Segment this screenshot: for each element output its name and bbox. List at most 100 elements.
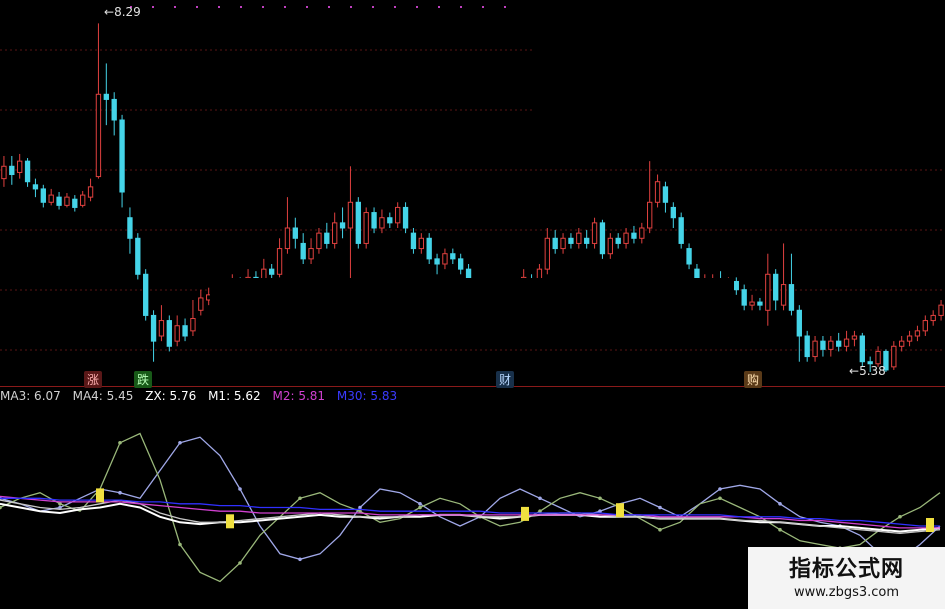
candle-body <box>24 160 31 183</box>
candle-body <box>292 227 298 239</box>
candle-body <box>111 98 117 121</box>
candle-body <box>576 232 582 244</box>
top-dot <box>372 6 374 8</box>
top-right-black-block <box>534 0 945 140</box>
candle-body <box>765 273 771 311</box>
candle-body <box>851 335 858 340</box>
indicator-point <box>178 440 182 445</box>
top-dot <box>350 6 352 8</box>
candle-body <box>662 186 669 203</box>
arrow-left-icon: ← <box>849 364 860 378</box>
candle-body <box>686 248 692 265</box>
indicator-point <box>238 487 242 491</box>
candle-body <box>607 237 613 255</box>
arrow-left-icon: ← <box>104 5 115 19</box>
watermark: 指标公式网 www.zbgs3.com <box>748 547 945 609</box>
indicator-point <box>718 487 722 491</box>
candle-body <box>143 273 149 316</box>
candle-body <box>843 338 850 347</box>
top-dot <box>174 6 176 8</box>
indicator-point <box>298 557 302 562</box>
candle-body <box>560 237 566 250</box>
indicator-point <box>178 542 182 547</box>
candle-body <box>300 242 306 260</box>
candle-body <box>426 237 432 260</box>
signal-marker <box>96 488 104 503</box>
candle-body <box>324 232 330 244</box>
candle-body <box>316 232 322 250</box>
candle-body <box>859 335 865 363</box>
candle-body <box>938 304 944 316</box>
candle-body <box>72 198 78 208</box>
watermark-url: www.zbgs3.com <box>793 585 900 600</box>
candle-body <box>127 217 133 239</box>
top-dot <box>394 6 396 8</box>
candle-body <box>166 320 172 347</box>
candle-body <box>56 196 62 206</box>
indicator-legend: MA3: 6.07 MA4: 5.45 ZX: 5.76 M1: 5.62 M2… <box>0 389 405 405</box>
top-dot <box>152 6 154 8</box>
indicator-line-zx <box>0 502 941 533</box>
candle-body <box>654 181 661 203</box>
candle-body <box>40 188 46 203</box>
legend-zx: ZX: 5.76 <box>145 389 197 403</box>
top-dot <box>482 6 484 8</box>
candle-body <box>48 194 54 203</box>
indicator-point <box>538 496 542 501</box>
candle-body <box>95 93 102 178</box>
top-dot <box>416 6 418 8</box>
indicator-point <box>718 496 722 501</box>
candle-body <box>458 258 464 270</box>
indicator-point <box>118 440 122 445</box>
indicator-point <box>778 502 782 506</box>
candle-body <box>363 212 369 244</box>
indicator-point <box>418 505 422 510</box>
candle-body <box>584 237 590 244</box>
candle-body <box>631 232 637 239</box>
candle-body <box>395 206 401 224</box>
candle-body <box>150 314 157 342</box>
candle-body <box>387 217 393 224</box>
marker-zhang: 涨 <box>84 371 103 388</box>
price-high-value: 8.29 <box>114 5 141 19</box>
stock-chart <box>0 0 945 583</box>
candle-body <box>647 201 653 229</box>
candle-body <box>615 237 621 244</box>
candle-body <box>836 340 842 347</box>
indicator-point <box>118 490 122 495</box>
candle-body <box>906 335 913 342</box>
marker-gou: 购 <box>744 371 763 388</box>
candle-body <box>623 232 629 244</box>
candle-body <box>812 340 818 358</box>
signal-marker <box>616 503 624 518</box>
candle-body <box>914 330 921 337</box>
signal-marker <box>926 518 934 532</box>
candle-body <box>158 320 165 337</box>
candle-body <box>828 340 834 350</box>
top-dot <box>438 6 440 8</box>
marker-die: 跌 <box>134 371 153 388</box>
candle-body <box>591 222 598 244</box>
candle-body <box>379 217 385 229</box>
candle-body <box>796 309 802 337</box>
signal-marker <box>226 514 234 529</box>
candle-body <box>749 301 755 306</box>
candle-body <box>804 335 810 358</box>
candle-body <box>418 237 424 250</box>
top-dot <box>504 6 506 8</box>
signal-marker <box>521 506 529 521</box>
candle-body <box>119 119 125 193</box>
candle-body <box>875 350 881 365</box>
candle-body <box>450 253 456 260</box>
candle-body <box>332 222 338 244</box>
price-high-label: ←8.29 <box>104 5 141 19</box>
candle-body <box>442 253 448 265</box>
candle-body <box>757 301 763 306</box>
candle-body <box>64 196 70 206</box>
legend-m2: M2: 5.81 <box>272 389 326 403</box>
candle-body <box>891 345 897 368</box>
top-dot <box>284 6 286 8</box>
indicator-point <box>658 505 662 510</box>
candle-body <box>276 248 283 275</box>
candle-body <box>182 325 188 337</box>
